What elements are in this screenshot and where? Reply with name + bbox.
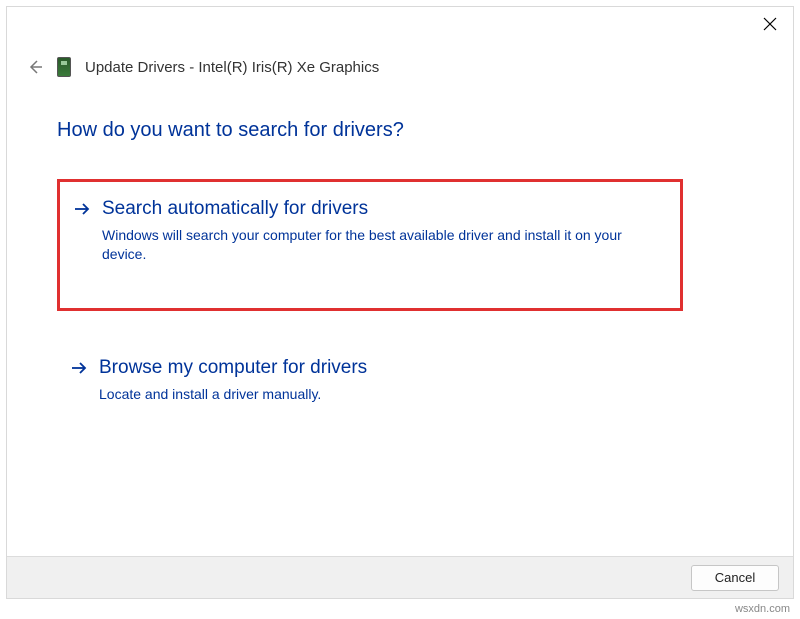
watermark: wsxdn.com [735,603,790,615]
option-description: Windows will search your computer for th… [102,226,666,264]
update-drivers-dialog: Update Drivers - Intel(R) Iris(R) Xe Gra… [6,6,794,599]
arrow-right-icon [71,359,89,377]
dialog-footer: Cancel [7,556,793,598]
close-button[interactable] [761,15,779,33]
option-head: Search automatically for drivers [74,198,666,220]
option-browse-computer[interactable]: Browse my computer for drivers Locate an… [57,341,683,428]
dialog-title: Update Drivers - Intel(R) Iris(R) Xe Gra… [85,59,379,76]
options-list: Search automatically for drivers Windows… [57,179,683,458]
cancel-button[interactable]: Cancel [691,565,779,591]
option-title: Search automatically for drivers [102,198,368,220]
close-icon [763,17,777,31]
device-icon [57,57,71,77]
dialog-header: Update Drivers - Intel(R) Iris(R) Xe Gra… [27,57,773,77]
back-arrow-icon [28,60,42,74]
option-title: Browse my computer for drivers [99,357,367,379]
option-description: Locate and install a driver manually. [99,385,669,404]
arrow-right-icon [74,200,92,218]
option-head: Browse my computer for drivers [71,357,669,379]
page-heading: How do you want to search for drivers? [57,119,404,142]
option-search-automatically[interactable]: Search automatically for drivers Windows… [57,179,683,311]
back-button[interactable] [27,59,43,75]
